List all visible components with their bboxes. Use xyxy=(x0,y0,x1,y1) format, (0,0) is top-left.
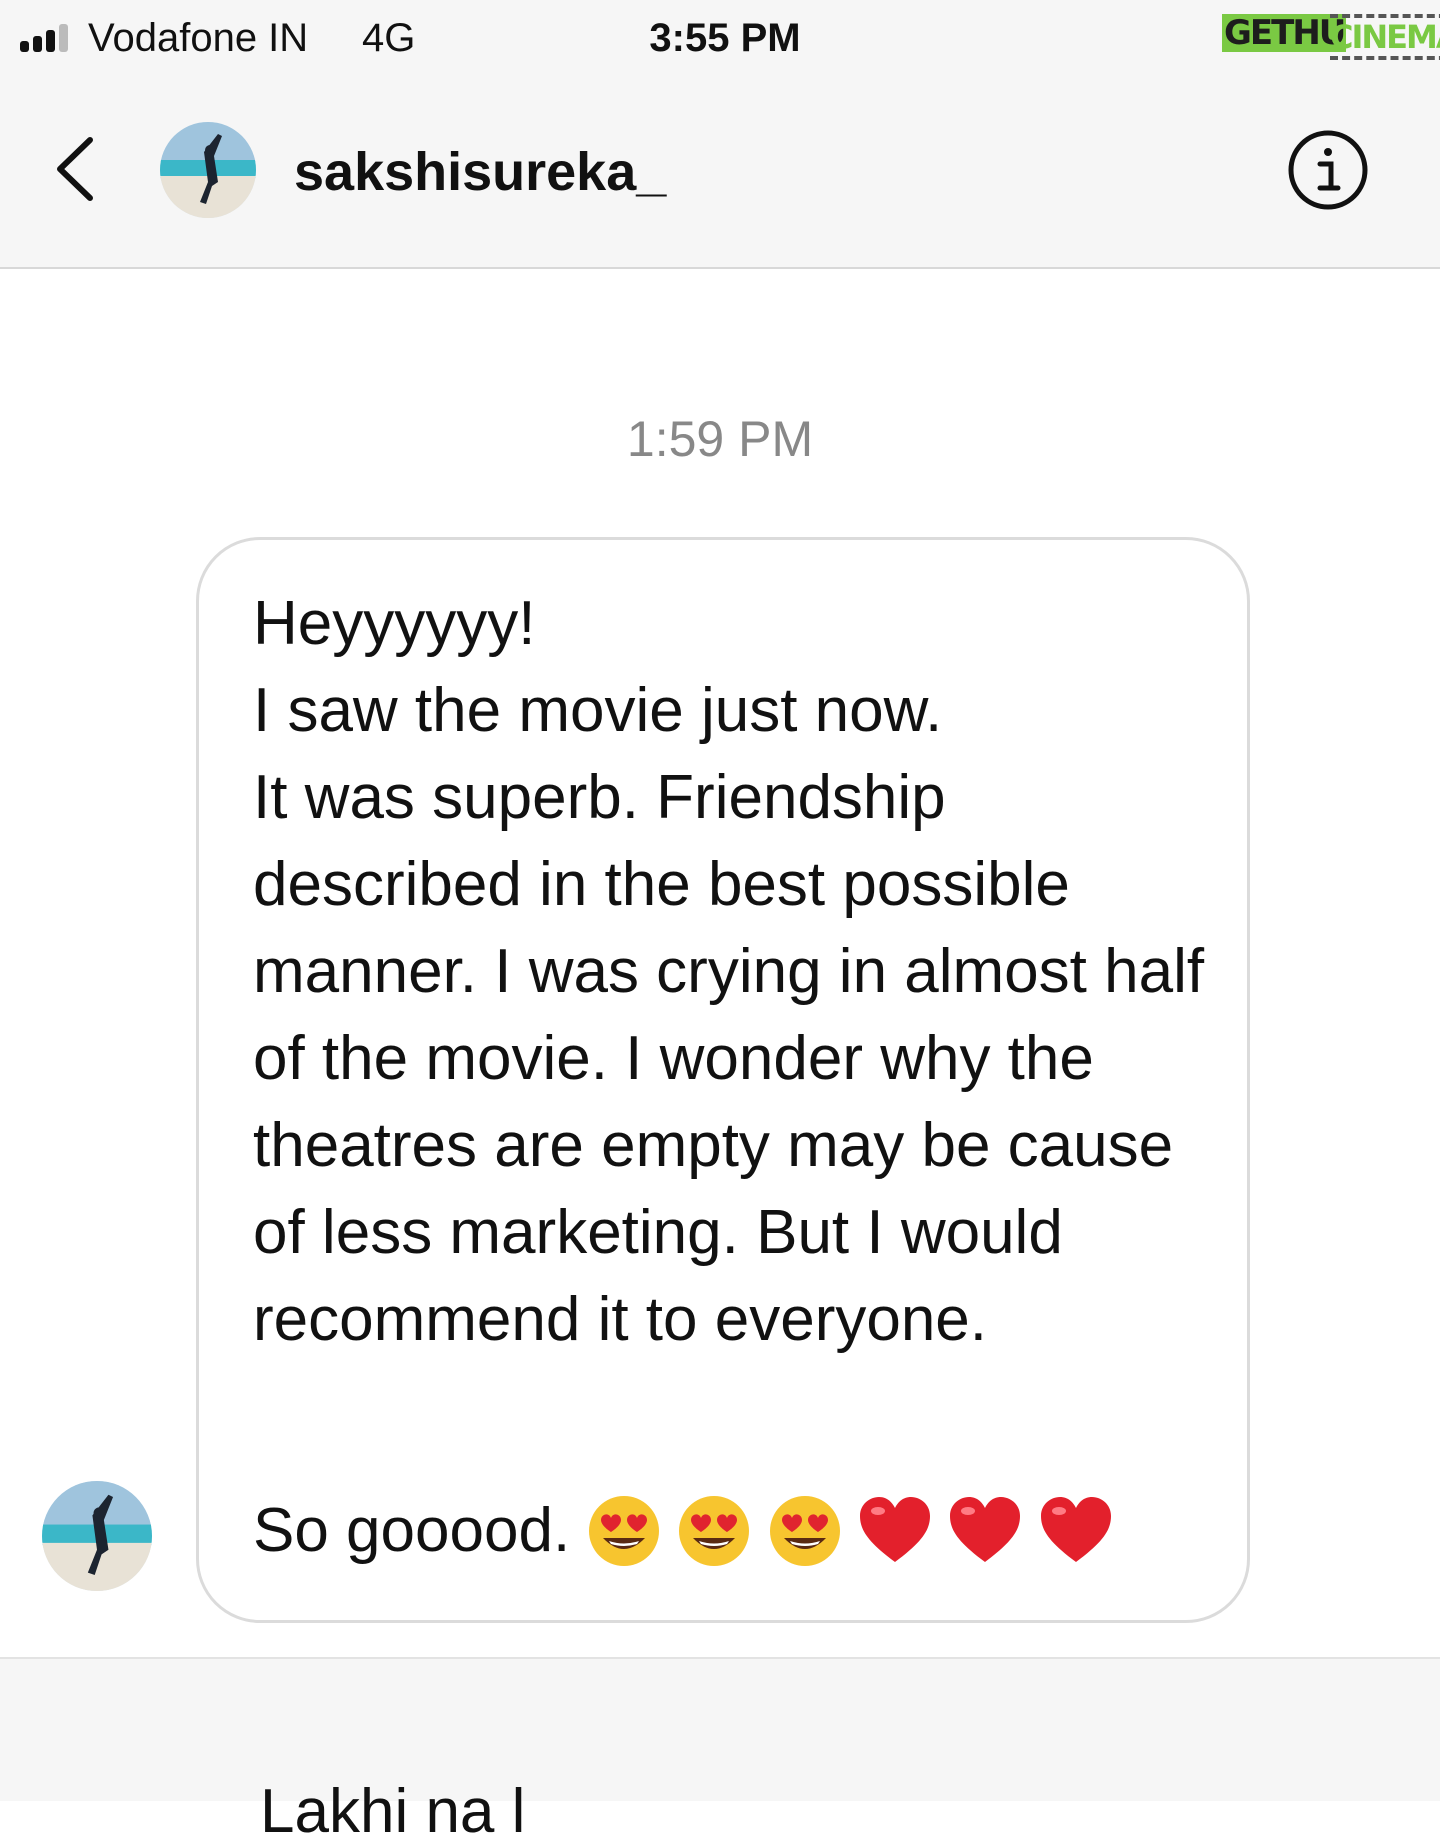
red-heart-emoji xyxy=(860,1496,930,1562)
message-last-line: So gooood. xyxy=(253,1487,1113,1574)
avatar[interactable] xyxy=(160,122,256,218)
chevron-left-icon xyxy=(57,137,93,201)
sender-avatar[interactable] xyxy=(42,1481,152,1591)
heart-eyes-emoji xyxy=(588,1495,659,1566)
watermark-logo: GETHU CINEMA xyxy=(1222,8,1440,60)
beach-profile-photo xyxy=(42,1481,152,1591)
message-last-line-text: So gooood. xyxy=(253,1496,571,1565)
back-button[interactable] xyxy=(50,134,100,204)
heart-eyes-emoji xyxy=(769,1495,840,1566)
message-text: Heyyyyyy! I saw the movie just now. It w… xyxy=(253,589,1205,1354)
watermark-left-text: GETHU xyxy=(1222,13,1346,53)
watermark-right-text: CINEMA xyxy=(1330,14,1440,60)
heart-eyes-emoji xyxy=(679,1495,750,1566)
red-heart-emoji xyxy=(950,1496,1021,1562)
info-button[interactable] xyxy=(1286,128,1370,212)
message-bubble[interactable]: Heyyyyyy! I saw the movie just now. It w… xyxy=(196,537,1250,1623)
red-heart-emoji xyxy=(1040,1496,1111,1562)
chat-username[interactable]: sakshisureka_ xyxy=(294,140,666,204)
message-timestamp: 1:59 PM xyxy=(626,411,814,467)
message-composer[interactable]: Lakhi na l xyxy=(0,1657,1440,1846)
chat-header: sakshisureka_ xyxy=(0,74,1440,269)
partial-next-text: Lakhi na l xyxy=(260,1777,526,1846)
message-thread: 1:59 PM Heyyyyyy! I saw the movie just n… xyxy=(0,269,1440,1657)
beach-profile-photo xyxy=(160,122,256,218)
info-circle-icon xyxy=(1288,130,1368,210)
status-bar: Vodafone IN 4G 3:55 PM 12% GETHU CINEMA xyxy=(0,0,1440,74)
